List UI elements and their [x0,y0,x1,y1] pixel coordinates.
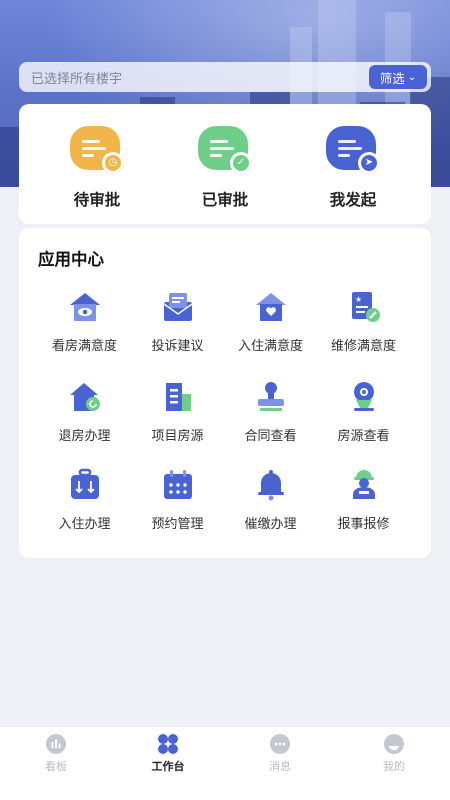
building-icon [165,383,191,411]
approval-approved[interactable]: ✓ 已审批 [165,126,285,210]
approval-pending[interactable]: ◷ 待审批 [37,126,157,210]
app-center-title: 应用中心 [38,250,104,269]
workbench-icon [158,734,178,754]
tab-dashboard[interactable]: 看板 [0,733,112,774]
stamp-icon [257,382,284,411]
filter-label: 筛选 [379,70,405,86]
app-listing-view[interactable]: 房源查看 [312,380,415,444]
bottom-tab-bar: 看板 工作台 消息 我的 [0,726,450,800]
app-label: 看房满意度 [51,339,117,354]
initiated-icon: ➤ [326,126,380,174]
tab-workbench[interactable]: 工作台 [112,733,224,774]
app-payment-reminder[interactable]: 催缴办理 [219,468,322,532]
app-label: 房源查看 [337,429,390,444]
tab-messages[interactable]: 消息 [224,733,336,774]
tab-label: 看板 [45,760,67,773]
building-search-bar[interactable]: 已选择所有楼宇 筛选 ⌄ [19,62,431,92]
app-checkin[interactable]: 入住办理 [33,468,136,532]
repair-doc-icon: ★ [351,292,380,322]
tab-label: 我的 [383,760,405,773]
app-label: 维修满意度 [330,339,396,354]
app-label: 入住满意度 [237,339,303,354]
calendar-icon [163,470,192,499]
app-contracts[interactable]: 合同查看 [219,380,322,444]
mail-complaint-icon [163,293,192,321]
pending-approval-icon: ◷ [70,126,124,174]
house-heart-icon [255,293,286,321]
tab-profile[interactable]: 我的 [338,733,450,774]
app-label: 合同查看 [244,429,297,444]
app-repair-satisfaction[interactable]: ★ 维修满意度 [312,290,415,354]
worker-icon [352,470,375,499]
bell-icon [257,470,284,501]
chevron-down-icon: ⌄ [407,71,417,83]
app-label: 入住办理 [58,517,111,532]
app-label: 退房办理 [58,429,111,444]
app-project-listings[interactable]: 项目房源 [126,380,229,444]
app-checkin-satisfaction[interactable]: 入住满意度 [219,290,322,354]
house-eye-icon [69,293,100,321]
app-center-card: 应用中心 看房满意度 投诉建议 入住满意度 ★ 维修满意度 退房办理 项目房源 … [19,228,431,558]
approved-icon: ✓ [198,126,252,174]
approval-label: 我发起 [329,191,377,209]
app-label: 项目房源 [151,429,204,444]
approvals-card: ◷ 待审批 ✓ 已审批 ➤ 我发起 [19,104,431,224]
app-checkout[interactable]: 退房办理 [33,380,136,444]
app-label: 催缴办理 [244,517,297,532]
location-view-icon [353,382,374,411]
app-report-repair[interactable]: 报事报修 [312,468,415,532]
luggage-icon [70,468,99,499]
approval-initiated[interactable]: ➤ 我发起 [293,126,413,210]
dashboard-icon [46,734,66,754]
message-icon [270,734,290,754]
app-appointments[interactable]: 预约管理 [126,468,229,532]
tab-label: 工作台 [151,760,185,773]
profile-icon [384,734,404,754]
search-placeholder: 已选择所有楼宇 [31,71,123,87]
app-complaints[interactable]: 投诉建议 [126,290,229,354]
house-return-icon [69,383,100,411]
approval-label: 待审批 [73,191,121,209]
svg-text:★: ★ [355,295,362,304]
app-label: 预约管理 [151,517,204,532]
app-label: 报事报修 [337,517,390,532]
app-label: 投诉建议 [151,339,204,354]
approval-label: 已审批 [201,191,249,209]
app-viewing-satisfaction[interactable]: 看房满意度 [33,290,136,354]
filter-button[interactable]: 筛选 ⌄ [369,65,427,89]
tab-label: 消息 [269,760,291,773]
